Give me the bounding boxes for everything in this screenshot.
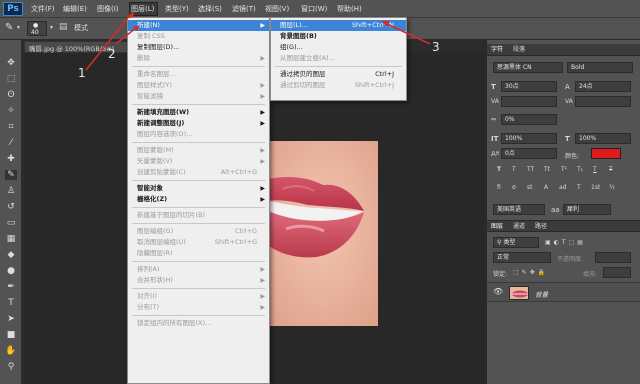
kerning-icon: VA: [491, 98, 499, 105]
stylistic-alternates-button[interactable]: A: [544, 184, 548, 191]
layer-filter-select[interactable]: ⚲ 类型: [493, 237, 539, 248]
font-family-select[interactable]: 思源黑体 CN: [493, 62, 563, 73]
tracking-field[interactable]: [575, 96, 631, 107]
kerning-field[interactable]: [501, 96, 557, 107]
font-size-icon: T: [491, 83, 496, 91]
faux-italic-button[interactable]: T: [512, 166, 516, 173]
annotation-3: 3: [432, 40, 440, 54]
leading-icon: A: [565, 83, 570, 91]
subscript-button[interactable]: T₁: [577, 166, 583, 173]
layers-panel-header: 图层 通道 路径: [487, 220, 640, 232]
fill-label: 填充:: [583, 271, 598, 278]
horizontal-scale-icon: T: [565, 135, 570, 143]
annotation-2: 2: [108, 47, 116, 61]
annotation-1: 1: [78, 66, 86, 80]
tracking-icon: VA: [565, 98, 573, 105]
layer-kind-label: 类型: [503, 239, 516, 246]
discretionary-ligature-button[interactable]: st: [527, 184, 532, 191]
tab-channels[interactable]: 通道: [513, 222, 525, 232]
text-style-buttons: T T TT Tt T¹ T₁ T T: [497, 166, 637, 178]
tsume-icon: ⇔: [491, 116, 497, 123]
blend-mode-select[interactable]: 正常: [493, 252, 551, 263]
eye-icon[interactable]: 👁: [493, 287, 503, 296]
strikethrough-button[interactable]: T: [609, 166, 613, 173]
antialias-select[interactable]: 犀利: [563, 204, 611, 215]
superscript-button[interactable]: T¹: [561, 166, 567, 173]
layer-row-background[interactable]: 👁 背景: [487, 282, 640, 302]
color-label: 颜色:: [565, 153, 580, 160]
leading-field[interactable]: 24点: [575, 81, 631, 92]
tab-paths[interactable]: 路径: [535, 222, 547, 232]
fractions-button[interactable]: ½: [609, 184, 615, 191]
ligature-button[interactable]: fi: [497, 184, 501, 191]
tab-character[interactable]: 字符: [491, 45, 503, 55]
tab-layers[interactable]: 图层: [491, 222, 503, 232]
antialias-icon: aa: [551, 206, 560, 214]
right-panels: 字符 段落 思源黑体 CN Bold T 30点 A 24点 VA VA ⇔ 0…: [486, 40, 640, 384]
font-style-select[interactable]: Bold: [567, 62, 633, 73]
opacity-label: 不透明度:: [557, 256, 584, 263]
lock-icons[interactable]: ⬚✎✥🔒: [513, 269, 548, 276]
all-caps-button[interactable]: TT: [527, 166, 534, 173]
opentype-buttons: fi σ st A ad T 1st ½: [497, 184, 637, 196]
baseline-field[interactable]: 0点: [501, 148, 557, 159]
small-caps-button[interactable]: Tt: [544, 166, 550, 173]
baseline-icon: Aª: [491, 150, 500, 158]
layer-filter-icons[interactable]: ▣◐T⬚▤: [545, 239, 586, 246]
tab-paragraph[interactable]: 段落: [513, 45, 525, 55]
opacity-field[interactable]: [595, 252, 631, 263]
lock-label: 锁定:: [493, 271, 508, 278]
titling-button[interactable]: ad: [559, 184, 567, 191]
font-size-field[interactable]: 30点: [501, 81, 557, 92]
ordinals-button[interactable]: T: [577, 184, 581, 191]
text-color-swatch[interactable]: [591, 148, 621, 159]
horizontal-scale-field[interactable]: 100%: [575, 133, 631, 144]
layer-thumbnail: [509, 286, 529, 300]
layer-name: 背景: [535, 291, 548, 299]
fill-field[interactable]: [603, 267, 631, 278]
tsume-field[interactable]: 0%: [501, 114, 557, 125]
vertical-scale-field[interactable]: 100%: [501, 133, 557, 144]
faux-bold-button[interactable]: T: [497, 166, 501, 173]
swash-button[interactable]: σ: [512, 184, 516, 191]
underline-button[interactable]: T: [593, 166, 597, 173]
language-select[interactable]: 美国英语: [493, 204, 545, 215]
vertical-scale-icon: IT: [491, 135, 499, 143]
character-panel-header: 字符 段落: [487, 44, 640, 56]
ordinal-button[interactable]: 1st: [591, 184, 600, 191]
